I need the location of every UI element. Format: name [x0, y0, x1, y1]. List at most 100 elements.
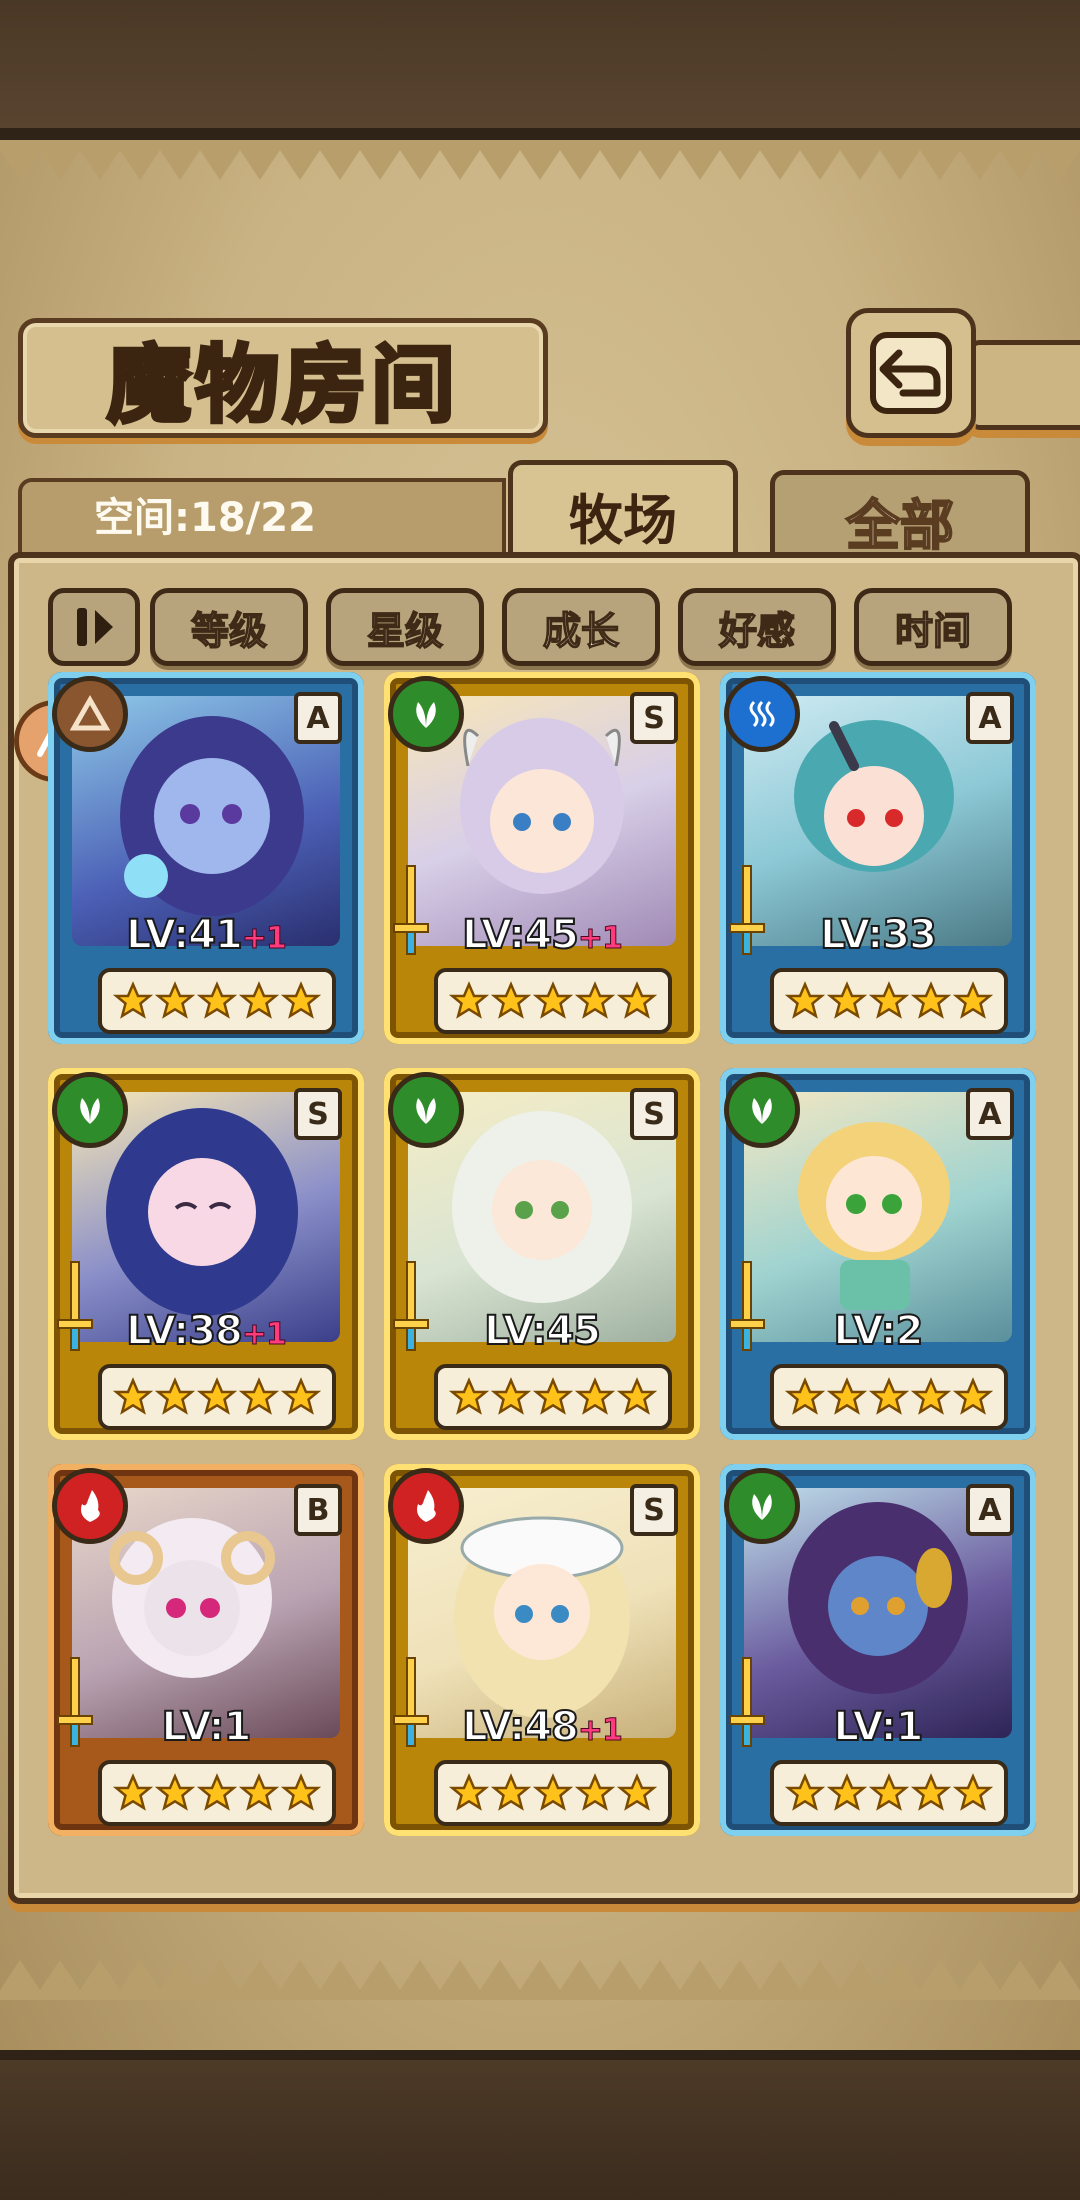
star-icon — [617, 981, 657, 1019]
star-icon — [869, 1377, 909, 1415]
monster-level: LV:38+1 — [48, 1307, 364, 1355]
space-capacity: 空间:18/22 — [94, 495, 316, 541]
star-icon — [827, 1773, 867, 1811]
star-icon — [491, 981, 531, 1019]
level-value: LV:41 — [125, 911, 244, 959]
star-rating — [770, 968, 1008, 1034]
filter-time-button[interactable]: 时间 — [854, 588, 1012, 666]
monster-card[interactable]: A LV:41+1 — [48, 672, 364, 1044]
star-icon — [239, 981, 279, 1019]
level-bonus: +1 — [241, 1317, 287, 1353]
filter-level-button[interactable]: 等级 — [150, 588, 308, 666]
rank-badge: S — [630, 1484, 678, 1536]
star-icon — [155, 981, 195, 1019]
monster-level: LV:2 — [720, 1307, 1036, 1355]
star-icon — [911, 1773, 951, 1811]
star-icon — [953, 1377, 993, 1415]
monster-level: LV:41+1 — [48, 911, 364, 959]
monster-card[interactable]: S LV:48+1 — [384, 1464, 700, 1836]
rank-badge: A — [966, 1088, 1014, 1140]
rank-badge: S — [630, 692, 678, 744]
star-icon — [239, 1773, 279, 1811]
level-value: LV:48 — [461, 1703, 580, 1751]
return-arrow-icon — [870, 332, 952, 414]
tab-ranch[interactable]: 牧场 — [508, 460, 738, 565]
level-value: LV:38 — [125, 1307, 244, 1355]
star-icon — [617, 1377, 657, 1415]
filter-affection-button[interactable]: 好感 — [678, 588, 836, 666]
star-icon — [911, 981, 951, 1019]
monster-level: LV:1 — [720, 1703, 1036, 1751]
filter-row: 等级 星级 成长 好感 时间 — [48, 588, 1028, 666]
page-title: 魔物房间 — [105, 333, 459, 436]
element-fire-icon — [388, 1468, 464, 1544]
star-icon — [491, 1773, 531, 1811]
star-rating — [434, 1364, 672, 1430]
zigzag-top — [0, 140, 1080, 180]
monster-card[interactable]: A LV:2 — [720, 1068, 1036, 1440]
level-value: LV:1 — [161, 1703, 253, 1751]
element-grass-icon — [52, 1072, 128, 1148]
monster-level: LV:48+1 — [384, 1703, 700, 1751]
bottom-background — [0, 2060, 1080, 2200]
level-value: LV:33 — [819, 911, 938, 959]
star-icon — [575, 981, 615, 1019]
tabs-bar: 空间:18/22 全部 牧场 — [18, 460, 1062, 565]
star-icon — [113, 1773, 153, 1811]
star-icon — [155, 1377, 195, 1415]
monster-card[interactable]: B LV:1 — [48, 1464, 364, 1836]
sort-toggle-button[interactable] — [48, 588, 140, 666]
zigzag-bottom — [0, 1960, 1080, 2000]
star-icon — [617, 1773, 657, 1811]
monster-card[interactable]: A LV:33 — [720, 672, 1036, 1044]
star-rating — [434, 1760, 672, 1826]
back-button[interactable] — [846, 308, 976, 438]
star-icon — [281, 1773, 321, 1811]
element-grass-icon — [724, 1468, 800, 1544]
filter-growth-button[interactable]: 成长 — [502, 588, 660, 666]
tab-all[interactable]: 全部 — [770, 470, 1030, 565]
title-plate: 魔物房间 — [18, 318, 548, 438]
rank-badge: A — [966, 1484, 1014, 1536]
star-rating — [434, 968, 672, 1034]
monster-card[interactable]: S LV:38+1 — [48, 1068, 364, 1440]
element-grass-icon — [388, 676, 464, 752]
star-icon — [449, 1377, 489, 1415]
star-icon — [113, 981, 153, 1019]
star-icon — [449, 1773, 489, 1811]
star-icon — [533, 1773, 573, 1811]
monster-card[interactable]: A LV:1 — [720, 1464, 1036, 1836]
element-water-icon — [724, 676, 800, 752]
star-rating — [770, 1760, 1008, 1826]
star-rating — [98, 968, 336, 1034]
rank-badge: S — [630, 1088, 678, 1140]
level-bonus: +1 — [577, 921, 623, 957]
top-background — [0, 0, 1080, 140]
star-icon — [533, 981, 573, 1019]
element-fire-icon — [52, 1468, 128, 1544]
filter-star-button[interactable]: 星级 — [326, 588, 484, 666]
star-icon — [785, 981, 825, 1019]
star-icon — [827, 1377, 867, 1415]
rank-badge: A — [294, 692, 342, 744]
monster-level: LV:45+1 — [384, 911, 700, 959]
rank-badge: S — [294, 1088, 342, 1140]
star-icon — [155, 1773, 195, 1811]
monster-card[interactable]: S LV:45 — [384, 1068, 700, 1440]
star-icon — [953, 1773, 993, 1811]
star-icon — [491, 1377, 531, 1415]
star-icon — [575, 1377, 615, 1415]
star-icon — [197, 1773, 237, 1811]
level-bonus: +1 — [241, 921, 287, 957]
star-rating — [98, 1364, 336, 1430]
rank-badge: A — [966, 692, 1014, 744]
star-icon — [281, 981, 321, 1019]
level-value: LV:45 — [483, 1307, 602, 1355]
star-icon — [785, 1377, 825, 1415]
sort-toggle-icon — [77, 608, 113, 646]
star-icon — [197, 1377, 237, 1415]
monster-level: LV:33 — [720, 911, 1036, 959]
star-icon — [575, 1773, 615, 1811]
space-strip: 空间:18/22 — [18, 478, 506, 558]
monster-card[interactable]: S LV:45+1 — [384, 672, 700, 1044]
